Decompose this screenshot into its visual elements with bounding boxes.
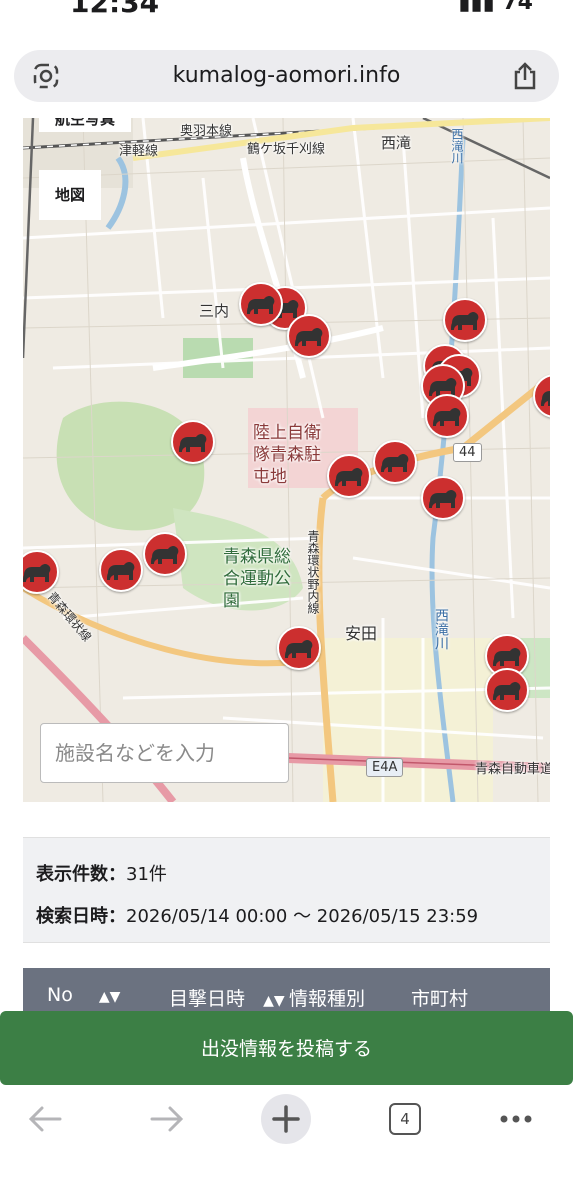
- address-bar[interactable]: kumalog-aomori.info: [14, 50, 559, 102]
- bear-icon: [451, 311, 479, 330]
- bear-sighting-marker[interactable]: [99, 548, 143, 592]
- map-label: 西滝: [381, 134, 412, 152]
- bear-icon: [433, 407, 461, 426]
- result-count-row: 表示件数：31件: [36, 860, 167, 886]
- search-date-value: 2026/05/14 00:00 〜 2026/05/15 23:59: [126, 906, 479, 927]
- status-bar: 12:34 ▮▮▮ 74: [0, 0, 573, 22]
- more-icon[interactable]: [490, 1093, 542, 1145]
- map-label: 津軽線: [119, 144, 159, 159]
- bear-sighting-marker[interactable]: [327, 454, 371, 498]
- column-info-type[interactable]: 情報種別: [289, 984, 365, 1011]
- bear-sighting-marker[interactable]: [171, 420, 215, 464]
- map-label: 陸上自衛隊青森駐屯地: [253, 423, 321, 487]
- bear-icon: [179, 433, 207, 452]
- battery-level: 74: [502, 0, 533, 15]
- bear-sighting-marker[interactable]: [421, 476, 465, 520]
- battery-indicator: ▮▮▮ 74: [458, 0, 533, 15]
- post-sighting-button[interactable]: 出没情報を投稿する: [0, 1011, 573, 1085]
- column-municipality[interactable]: 市町村: [411, 984, 468, 1011]
- url-text[interactable]: kumalog-aomori.info: [14, 50, 559, 102]
- map-layer-toggle[interactable]: 地図: [39, 170, 101, 220]
- map-label: 奥羽本線: [180, 124, 233, 139]
- map-label: 西滝川: [433, 608, 449, 650]
- sort-icon[interactable]: ▲▼: [263, 993, 285, 1009]
- route-44-shield: 44: [453, 443, 482, 462]
- map-label: 青森県総合運動公園: [223, 547, 291, 611]
- bear-sighting-marker[interactable]: [277, 626, 321, 670]
- bear-icon: [151, 545, 179, 564]
- bear-sighting-marker[interactable]: [239, 282, 283, 326]
- tabs-button[interactable]: 4: [389, 1103, 421, 1135]
- sort-icon[interactable]: ▲▼: [99, 989, 121, 1005]
- bear-sighting-marker[interactable]: [485, 668, 529, 712]
- browser-toolbar: 4: [0, 1085, 573, 1200]
- back-arrow-icon[interactable]: [20, 1093, 72, 1145]
- result-count-label: 表示件数：: [36, 864, 126, 885]
- search-date-label: 検索日時：: [36, 906, 126, 927]
- bear-icon: [429, 489, 457, 508]
- bear-icon: [285, 639, 313, 658]
- search-date-row: 検索日時：2026/05/14 00:00 〜 2026/05/15 23:59: [36, 902, 478, 928]
- bear-icon: [493, 647, 521, 666]
- status-time: 12:34: [70, 0, 160, 19]
- map-label: 青森環状野内線: [306, 530, 320, 614]
- map-view[interactable]: 航空写真 地図 奥羽本線 津軽線 鶴ケ坂千刈線 西滝 三内 陸上自衛隊青森駐屯地…: [23, 118, 550, 802]
- share-icon[interactable]: [511, 61, 539, 91]
- bear-icon: [335, 467, 363, 486]
- bear-icon: [107, 561, 135, 580]
- map-label: 青森自動車道: [475, 762, 550, 777]
- bear-icon: [295, 327, 323, 346]
- bear-sighting-marker[interactable]: [287, 314, 331, 358]
- bear-icon: [23, 563, 51, 582]
- map-label: 鶴ケ坂千刈線: [247, 142, 326, 157]
- new-tab-icon[interactable]: [260, 1093, 312, 1145]
- bear-icon: [247, 295, 275, 314]
- bear-icon: [493, 681, 521, 700]
- search-summary: 表示件数：31件 検索日時：2026/05/14 00:00 〜 2026/05…: [23, 837, 550, 943]
- map-label: 三内: [199, 302, 230, 320]
- bear-icon: [541, 391, 550, 406]
- map-label: 西滝川: [450, 128, 464, 164]
- signal-icon: ▮▮▮: [458, 0, 495, 15]
- bear-sighting-marker[interactable]: [443, 298, 487, 342]
- bear-sighting-marker[interactable]: [373, 440, 417, 484]
- bear-icon: [381, 453, 409, 472]
- aerial-layer-toggle[interactable]: 航空写真: [39, 118, 131, 132]
- result-count-value: 31件: [126, 864, 167, 885]
- bear-sighting-marker[interactable]: [143, 532, 187, 576]
- column-sighting-date[interactable]: 目撃日時 ▲▼: [169, 984, 285, 1011]
- map-label: 安田: [345, 624, 378, 643]
- bear-sighting-marker[interactable]: [425, 394, 469, 438]
- e4a-shield: E4A: [366, 758, 404, 777]
- facility-search-input[interactable]: 施設名などを入力: [40, 723, 289, 783]
- forward-arrow-icon[interactable]: [140, 1093, 192, 1145]
- column-no[interactable]: No ▲▼: [47, 984, 120, 1006]
